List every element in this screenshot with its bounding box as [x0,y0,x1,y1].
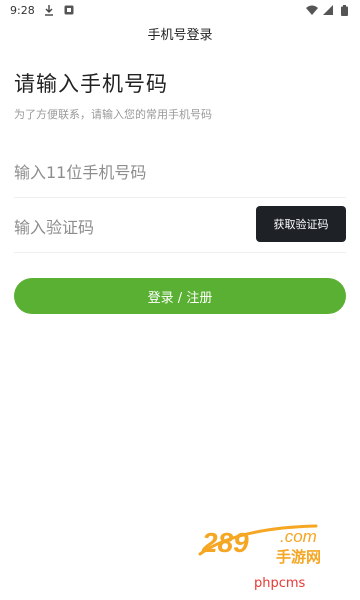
status-time: 9:28 [10,3,35,17]
header-title: 手机号登录 [147,28,213,43]
watermark-logo-caption: 手游网 [276,548,321,566]
page-title: 请输入手机号码 [14,72,168,96]
notification-icon [63,4,75,16]
watermark-site-text: phpcms [254,576,306,591]
wifi-icon [306,4,318,16]
verification-code-input[interactable] [14,212,234,243]
phone-field-row [14,148,346,198]
signal-icon [322,4,334,16]
watermark-logo: 289 .com 手游网 [198,524,321,566]
login-screen: 9:28 手机号登录 请输入手机号码 为了方便联系，请输入您的常用手机号码 输入… [0,0,360,600]
status-bar: 9:28 [0,0,360,20]
page-subtitle: 为了方便联系，请输入您的常用手机号码 [14,108,212,121]
code-field-row: 获取验证码 [14,203,346,253]
battery-icon [338,4,350,16]
watermark-logo-suffix: .com [280,527,317,546]
get-code-button[interactable]: 获取验证码 [256,206,346,242]
download-icon [43,4,55,16]
phone-input[interactable] [14,157,234,188]
login-register-button[interactable]: 登录 / 注册 [14,278,346,314]
status-left: 9:28 [10,4,75,17]
watermark-logo-number: 289 [201,527,249,558]
status-right [306,4,350,16]
